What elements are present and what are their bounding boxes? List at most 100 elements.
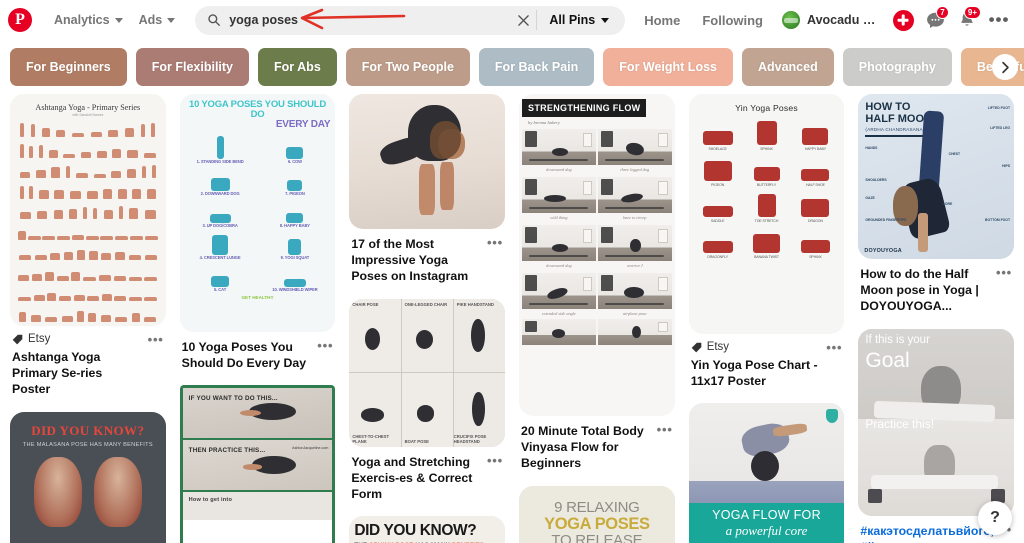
pin-image[interactable]: DID YOU KNOW? THE MALASANA POSE HAS MANY…: [10, 411, 166, 543]
flow-cell: downward dog: [522, 129, 596, 175]
divider: [865, 135, 928, 137]
pin-image[interactable]: CHAIR POSE ONE-LEGGED CHAIR PIKE HANDSTA…: [349, 298, 506, 447]
pin-image[interactable]: IF YOU WANT TO DO THIS... THEN PRACTICE …: [179, 385, 336, 543]
pin-title: Ashtanga Yoga Primary Se-ries Poster: [12, 350, 103, 397]
search-input[interactable]: [229, 13, 513, 27]
pose-label: 7. PIGEON: [285, 191, 305, 196]
pin-more-button[interactable]: •••: [487, 454, 503, 467]
figure-arm: [419, 164, 435, 216]
filter-chip-for-flexibility[interactable]: For Flexibility: [135, 48, 250, 86]
filter-chip-advanced[interactable]: Advanced: [741, 48, 834, 86]
pin-17-impressive-poses[interactable]: 17 of the Most Impressive Yoga Poses on …: [349, 94, 506, 285]
pin-more-button[interactable]: •••: [996, 266, 1012, 279]
notifications-button[interactable]: 9+: [952, 5, 982, 35]
pin-more-button[interactable]: ellipsis-icon•••: [137, 333, 163, 346]
pin-title: Yin Yoga Pose Chart - 11x17 Poster: [690, 358, 818, 389]
pinterest-logo[interactable]: P: [8, 8, 32, 32]
analytics-dropdown[interactable]: Analytics: [46, 7, 131, 33]
ads-dropdown[interactable]: Ads: [131, 7, 184, 33]
chevron-down-icon: [114, 17, 123, 23]
filter-chip-for-abs[interactable]: For Abs: [258, 48, 337, 86]
pin-half-moon-howto[interactable]: HOW TO HALF MOON (ARDHA CHANDRASANA) LIFT…: [858, 94, 1015, 315]
pin-ashtanga-poster[interactable]: Ashtanga Yoga - Primary Series with Sans…: [10, 94, 166, 398]
pose-label: 1. STANDING SIDE BEND: [196, 159, 244, 164]
pin-more-button[interactable]: •••: [657, 423, 673, 436]
panel-label: How to get into: [188, 497, 233, 504]
search-bar[interactable]: All Pins: [195, 5, 626, 35]
pin-10-yoga-poses[interactable]: 10 YOGA POSES YOU SHOULD DO EVERY DAY 1.…: [179, 94, 336, 371]
pin-image[interactable]: YOGA FLOW FOR a powerful core: [688, 403, 845, 543]
pin-image[interactable]: Ashtanga Yoga - Primary Series with Sans…: [10, 94, 166, 326]
filter-chip-for-weight-loss[interactable]: For Weight Loss: [603, 48, 733, 86]
pin-headline: STRENGTHENING FLOW: [522, 99, 647, 117]
pose-cell: 6. COW: [260, 134, 331, 164]
pin-more-button[interactable]: •••: [487, 236, 503, 249]
pin-9-relaxing-yoga-poses[interactable]: 9 RELAXING YOGA POSES TO RELEASE SHOULDE…: [519, 485, 675, 543]
anatomy-label: GROUNDED FINGERTIPS: [865, 218, 907, 222]
pin-image[interactable]: DID YOU KNOW? THE SPHINX POSE HAS MANY B…: [349, 516, 506, 543]
poster-subtitle: with Sanskrit Names: [72, 113, 104, 117]
flow-caption: wild thing: [550, 215, 568, 220]
pin-image[interactable]: STRENGTHENING FLOW by brenna bakery down…: [519, 94, 675, 416]
anatomy-label: HIPS: [1002, 164, 1011, 168]
pose-cell: SADDLE: [695, 192, 741, 223]
pin-image[interactable]: HOW TO HALF MOON (ARDHA CHANDRASANA) LIFT…: [858, 94, 1015, 259]
create-button[interactable]: [888, 5, 918, 35]
grid-column-5: Yin Yoga Poses SHOELACE SPHINX HAPPY BAB…: [688, 94, 845, 543]
account-menu[interactable]: Avocadu | H...: [774, 6, 886, 34]
pin-more-button[interactable]: •••: [317, 339, 333, 352]
pin-image[interactable]: 10 YOGA POSES YOU SHOULD DO EVERY DAY 1.…: [179, 94, 336, 332]
analytics-label: Analytics: [54, 13, 110, 27]
clear-search-button[interactable]: [512, 9, 534, 31]
nav-home[interactable]: Home: [633, 5, 691, 36]
pin-panel-1: IF YOU WANT TO DO THIS...: [182, 388, 333, 441]
pose-cell: 5. CAT: [185, 262, 256, 292]
anatomy-label: LIFTED FOOT: [987, 106, 1011, 110]
exercise-cell: CRUCIFIX POSE HEADSTAND: [453, 373, 505, 447]
headline-line2: HALF MOON: [865, 112, 932, 125]
filter-chip-photography[interactable]: Photography: [842, 48, 952, 86]
flow-caption: extended side angle: [541, 311, 576, 316]
filter-chip-for-beginners[interactable]: For Beginners: [10, 48, 127, 86]
more-options-button[interactable]: •••: [984, 5, 1014, 35]
pose-label: PIGEON: [711, 183, 725, 187]
chevron-down-icon: [167, 17, 176, 23]
pin-headline-line1: 9 RELAXING: [554, 498, 640, 516]
pose-label: HAPPY BABY: [804, 147, 826, 151]
pin-title: Yoga and Stretching Exercis-es & Correct…: [351, 454, 473, 502]
pin-source-label: Etsy: [706, 341, 730, 353]
pin-yin-yoga-chart[interactable]: Yin Yoga Poses SHOELACE SPHINX HAPPY BAB…: [688, 94, 845, 389]
pin-headline: DID YOU KNOW?: [354, 522, 477, 540]
pin-image[interactable]: Yin Yoga Poses SHOELACE SPHINX HAPPY BAB…: [688, 94, 845, 334]
panel-label: IF YOU WANT TO DO THIS...: [188, 395, 278, 403]
pin-malasana-did-you-know[interactable]: DID YOU KNOW? THE MALASANA POSE HAS MANY…: [10, 411, 166, 543]
pose-cell: BANANA TWIST: [744, 228, 790, 259]
nav-following[interactable]: Following: [691, 5, 774, 36]
pin-if-you-want-practice[interactable]: IF YOU WANT TO DO THIS... THEN PRACTICE …: [179, 385, 336, 543]
flow-cell: airplane pose: [597, 273, 672, 319]
messages-button[interactable]: 7: [920, 5, 950, 35]
pose-row: [17, 286, 159, 301]
grid-column-6: HOW TO HALF MOON (ARDHA CHANDRASANA) LIFT…: [858, 94, 1015, 543]
filter-chip-for-two-people[interactable]: For Two People: [345, 48, 470, 86]
pose-row: [17, 184, 159, 199]
filter-chip-for-back-pain[interactable]: For Back Pain: [478, 48, 595, 86]
pin-image[interactable]: [349, 94, 506, 229]
help-button[interactable]: ?: [978, 501, 1012, 535]
pin-image[interactable]: If this is your Goal Practice this!: [858, 328, 1015, 516]
pin-strengthening-flow[interactable]: STRENGTHENING FLOW by brenna bakery down…: [519, 94, 675, 472]
pose-label: SPHINX: [809, 255, 822, 259]
pin-sphinx-did-you-know[interactable]: DID YOU KNOW? THE SPHINX POSE HAS MANY B…: [349, 516, 506, 543]
pin-more-button[interactable]: •••: [826, 341, 842, 354]
exercise-cell: CHEST-TO-CHEST PLANK: [349, 373, 401, 447]
pin-yoga-flow-powerful-core[interactable]: YOGA FLOW FOR a powerful core: [688, 403, 845, 543]
yoga-block-icon: [867, 489, 882, 503]
pin-yoga-stretching-exercises[interactable]: CHAIR POSE ONE-LEGGED CHAIR PIKE HANDSTA…: [349, 298, 506, 503]
chip-label: For Weight Loss: [619, 60, 717, 74]
pin-image[interactable]: 9 RELAXING YOGA POSES TO RELEASE SHOULDE…: [519, 485, 675, 543]
all-pins-dropdown[interactable]: All Pins: [539, 8, 621, 32]
account-name: Avocadu | H...: [807, 13, 878, 27]
pose-row: [17, 163, 159, 178]
chip-label: For Abs: [274, 60, 321, 74]
scroll-filters-next-button[interactable]: [992, 54, 1018, 80]
